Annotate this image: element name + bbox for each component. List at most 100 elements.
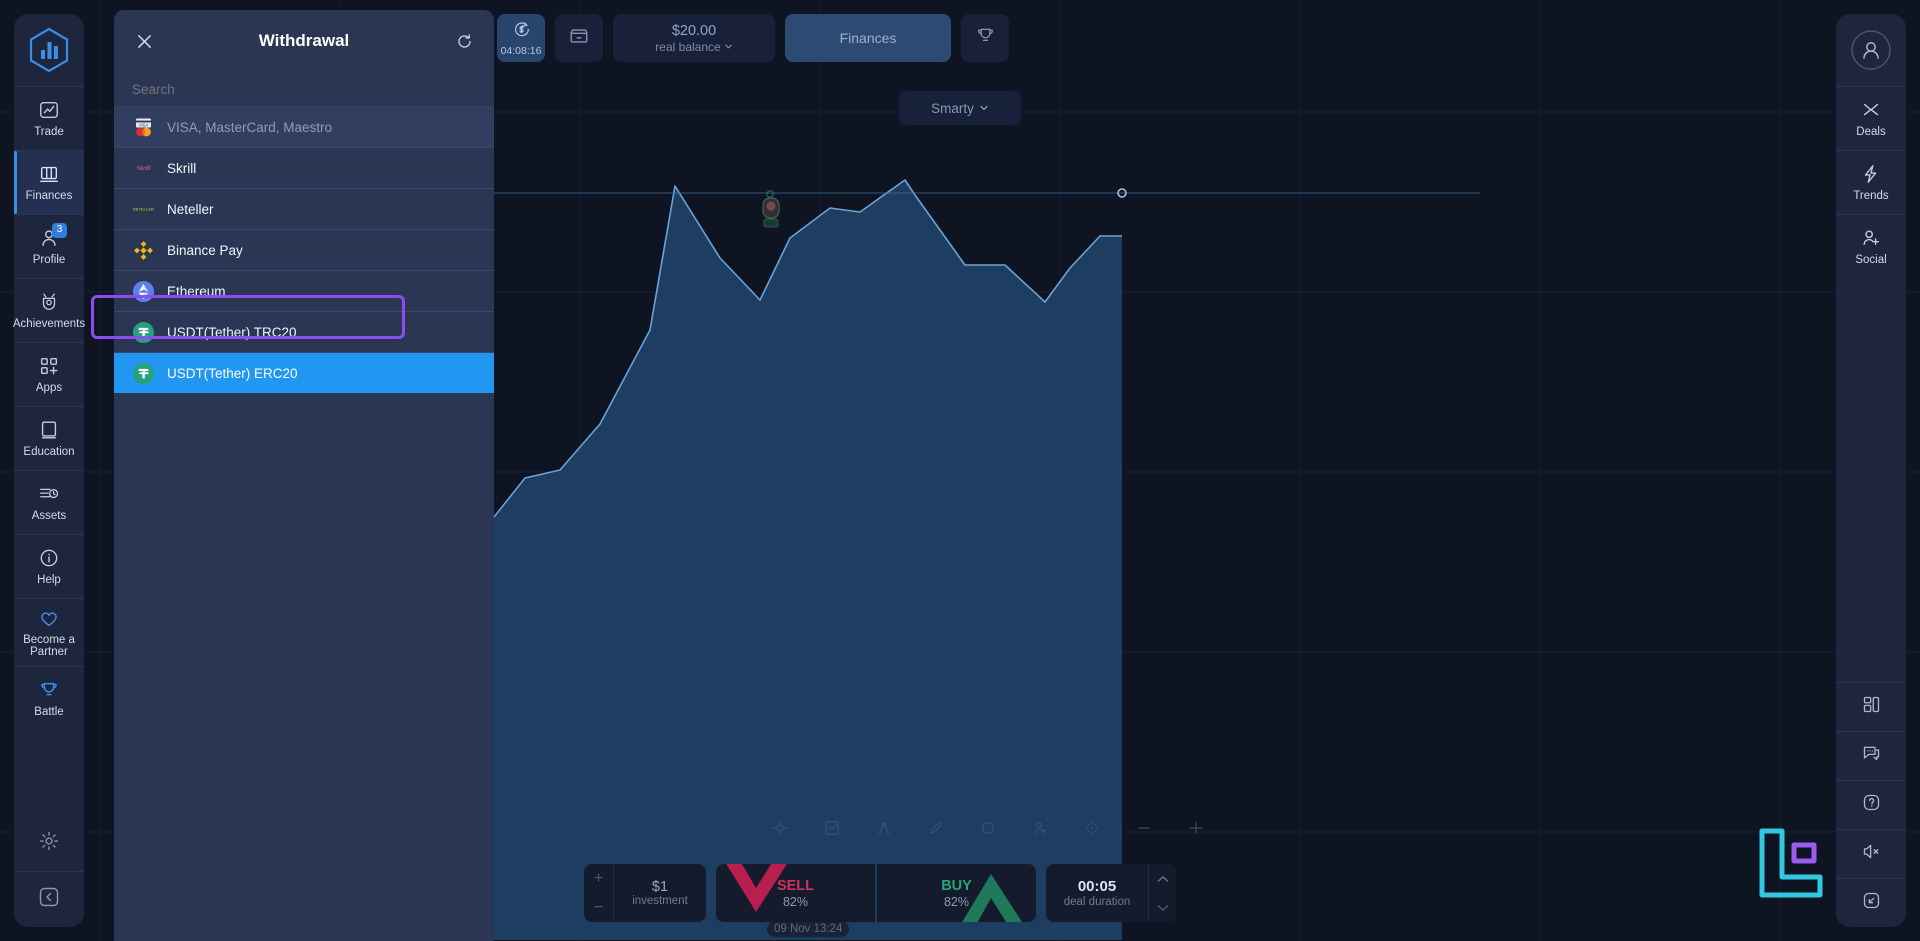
platform-watermark xyxy=(1754,827,1828,904)
indicators-icon[interactable] xyxy=(770,818,790,838)
sidebar-item-social[interactable]: Social xyxy=(1836,214,1906,278)
sidebar-item-label: Assets xyxy=(31,510,67,522)
avatar[interactable] xyxy=(1836,14,1906,86)
deals-chevrons-icon xyxy=(1859,98,1883,122)
sidebar-item-label: Education xyxy=(23,446,75,458)
sidebar-item-finances[interactable]: Finances xyxy=(14,150,84,214)
sidebar-item-trends[interactable]: Trends xyxy=(1836,150,1906,214)
tournaments-button[interactable] xyxy=(961,14,1009,62)
compass-icon[interactable] xyxy=(874,818,894,838)
chat-icon xyxy=(1861,743,1882,769)
method-label: USDT(Tether) TRC20 xyxy=(167,324,297,340)
zoom-out-icon[interactable] xyxy=(1134,818,1154,838)
sidebar-item-battle[interactable]: Battle xyxy=(14,666,84,730)
right-sidebar: Deals Trends Social xyxy=(1836,14,1906,927)
sidebar-bottom-actions xyxy=(14,815,84,927)
sidebar-item-label: Finances xyxy=(25,190,73,202)
balance-selector[interactable]: $20.00 real balance xyxy=(613,14,775,62)
investment-label: investment xyxy=(632,895,688,907)
refresh-icon[interactable] xyxy=(452,29,476,53)
sidebar-item-education[interactable]: Education xyxy=(14,406,84,470)
search-row xyxy=(114,72,494,106)
investment-amount: $1 xyxy=(651,879,669,895)
method-label: Neteller xyxy=(167,201,214,217)
tournament-trophy-icon xyxy=(975,25,996,51)
shape-icon[interactable] xyxy=(978,818,998,838)
method-label: Skrill xyxy=(167,160,197,176)
sidebar-item-achievements[interactable]: Achievements xyxy=(13,278,85,342)
svg-text:VISA: VISA xyxy=(139,122,149,127)
sell-percent: 82% xyxy=(782,894,809,909)
sidebar-item-trade[interactable]: Trade xyxy=(14,86,84,150)
method-neteller[interactable]: NETELLER Neteller xyxy=(114,188,494,229)
gift-button[interactable] xyxy=(555,14,603,62)
sidebar-item-profile[interactable]: 3 Profile xyxy=(14,214,84,278)
search-input[interactable] xyxy=(132,81,476,97)
education-book-icon xyxy=(37,418,61,442)
tether-icon xyxy=(132,362,155,385)
help-button[interactable] xyxy=(1836,780,1906,829)
fullscreen-button[interactable] xyxy=(1836,878,1906,927)
trends-lightning-icon xyxy=(1859,162,1883,186)
buy-button[interactable]: BUY 82% xyxy=(877,864,1036,922)
chart-toolbar xyxy=(770,818,1206,838)
gear-icon xyxy=(38,830,60,857)
sell-button[interactable]: SELL 82% xyxy=(716,864,875,922)
sidebar-item-label: Profile xyxy=(32,254,66,266)
buy-percent: 82% xyxy=(943,894,970,909)
visa-mastercard-icon: VISA xyxy=(132,116,155,139)
asset-selector[interactable]: Smarty xyxy=(899,91,1021,125)
tab-finances[interactable]: Finances xyxy=(785,14,951,62)
investment-value-area[interactable]: $1 investment xyxy=(614,879,706,907)
sidebar-item-label: Become a Partner xyxy=(23,634,75,658)
bonus-timer-value: 04:08:16 xyxy=(500,44,542,57)
collapse-sidebar-button[interactable] xyxy=(14,871,84,927)
sidebar-item-help[interactable]: Help xyxy=(14,534,84,598)
gift-box-icon xyxy=(568,25,590,52)
investment-control: + − $1 investment xyxy=(584,864,706,922)
bonus-timer-button[interactable]: 04:08:16 xyxy=(497,14,545,62)
partner-heart-icon xyxy=(37,606,61,630)
sidebar-item-deals[interactable]: Deals xyxy=(1836,86,1906,150)
tether-icon xyxy=(132,321,155,344)
method-label: VISA, MasterCard, Maestro xyxy=(167,119,333,135)
chart-type-icon[interactable] xyxy=(822,818,842,838)
investment-decrease-button[interactable]: − xyxy=(584,893,613,922)
sound-button[interactable] xyxy=(1836,829,1906,878)
app-logo[interactable] xyxy=(14,14,84,86)
settings-dots-icon[interactable] xyxy=(1082,818,1102,838)
duration-steppers xyxy=(1148,864,1176,922)
settings-button[interactable] xyxy=(14,815,84,871)
sidebar-item-assets[interactable]: Assets xyxy=(14,470,84,534)
method-skrill[interactable]: Skrill Skrill xyxy=(114,147,494,188)
duration-increase-button[interactable] xyxy=(1149,864,1176,893)
dollar-refresh-icon xyxy=(512,20,531,44)
zoom-in-icon[interactable] xyxy=(1186,818,1206,838)
chat-button[interactable] xyxy=(1836,731,1906,780)
method-binance-pay[interactable]: Binance Pay xyxy=(114,229,494,270)
sidebar-item-label: Help xyxy=(37,574,61,586)
duration-value: 00:05 xyxy=(1077,878,1117,895)
method-ethereum[interactable]: Ethereum xyxy=(114,270,494,311)
method-label: Binance Pay xyxy=(167,242,243,258)
method-usdt-trc20[interactable]: USDT(Tether) TRC20 xyxy=(114,311,494,352)
profile-badge: 3 xyxy=(52,223,67,238)
pencil-icon[interactable] xyxy=(926,818,946,838)
method-visa-mastercard-maestro[interactable]: VISA VISA, MasterCard, Maestro xyxy=(114,106,494,147)
sidebar-item-apps[interactable]: Apps xyxy=(14,342,84,406)
binance-pay-icon xyxy=(132,239,155,262)
duration-value-area[interactable]: 00:05 deal duration xyxy=(1046,878,1148,908)
alerts-person-icon[interactable] xyxy=(1030,818,1050,838)
chevron-down-icon xyxy=(724,40,733,54)
close-icon[interactable] xyxy=(132,29,156,53)
achievements-medal-icon xyxy=(37,290,61,314)
investment-increase-button[interactable]: + xyxy=(584,864,613,893)
social-person-plus-icon xyxy=(1859,226,1883,250)
sidebar-item-label: Trends xyxy=(1853,190,1889,202)
sell-label: SELL xyxy=(776,877,815,894)
layout-button[interactable] xyxy=(1836,682,1906,731)
sidebar-item-label: Battle xyxy=(34,706,64,718)
method-usdt-erc20[interactable]: USDT(Tether) ERC20 xyxy=(114,352,494,393)
sidebar-item-become-a-partner[interactable]: Become a Partner xyxy=(14,598,84,666)
duration-decrease-button[interactable] xyxy=(1149,893,1176,922)
